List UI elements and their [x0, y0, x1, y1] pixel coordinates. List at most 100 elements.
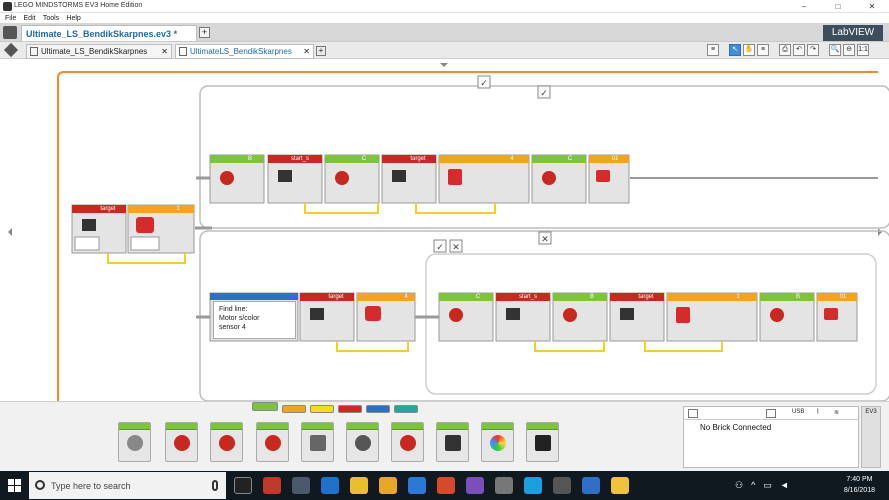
wrench-icon[interactable] [3, 42, 19, 58]
svg-text:✓: ✓ [480, 78, 488, 88]
zoom-reset-icon[interactable]: 1:1 [857, 44, 869, 56]
ev3-brick-panel[interactable]: EV3 [861, 406, 881, 468]
app-icon-3[interactable] [437, 477, 455, 494]
palette-blocks [118, 422, 559, 466]
program-tab-2-label: UltimateLS_BendikSkarpnes [190, 47, 292, 56]
unknown-block[interactable] [436, 422, 469, 462]
task-view-icon[interactable] [234, 477, 252, 494]
program-tab-2-close-icon[interactable]: ✕ [303, 47, 310, 56]
calculator-icon[interactable] [495, 477, 513, 494]
comment-block[interactable]: Find line: Motor s/color sensor 4 [213, 301, 296, 339]
taskbar: Type here to search ⚇ ^ ▭ ◄ 7:40 PM 8/16… [0, 471, 889, 500]
content-editor-icon[interactable]: ≡ [707, 44, 719, 56]
select-tool-icon[interactable]: ↖ [729, 44, 741, 56]
redo-icon[interactable]: ↷ [807, 44, 819, 56]
refresh-icon[interactable] [766, 409, 776, 418]
menu-help[interactable]: Help [66, 15, 80, 22]
minimize-button[interactable]: – [787, 0, 821, 13]
palette-tab-action[interactable] [252, 402, 278, 411]
brick-info-icon[interactable] [688, 409, 698, 418]
undo-icon[interactable]: ↶ [793, 44, 805, 56]
app-icon-2[interactable] [292, 477, 310, 494]
app-icon-4[interactable] [466, 477, 484, 494]
zoom-in-icon[interactable]: 🔍 [829, 44, 841, 56]
person-icon[interactable]: ⚇ [735, 480, 743, 491]
project-tab[interactable]: Ultimate_LS_BendikSkarpnes.ev3 * [21, 25, 197, 41]
window-title: LEGO MINDSTORMS EV3 Home Edition [14, 2, 143, 9]
palette-tabs [252, 402, 426, 416]
move-steering-block[interactable] [210, 422, 243, 462]
microphone-icon[interactable] [212, 480, 218, 491]
program-tab-1-label: Ultimate_LS_BendikSkarpnes [41, 47, 148, 56]
volume-icon[interactable]: ◄ [780, 480, 789, 491]
brick-status-light-block[interactable] [391, 422, 424, 462]
move-tank-block[interactable] [256, 422, 289, 462]
clock[interactable]: 7:40 PM 8/16/2018 [844, 474, 875, 496]
lock-block[interactable] [526, 422, 559, 462]
maximize-button[interactable]: □ [821, 0, 855, 13]
program-icon [179, 47, 187, 57]
menu-edit[interactable]: Edit [24, 15, 36, 22]
app-icon-1[interactable] [263, 477, 281, 494]
medium-motor-block[interactable] [118, 422, 151, 462]
menu-bar: File Edit Tools Help [0, 13, 889, 23]
add-program-button[interactable]: + [316, 46, 326, 56]
program-toolbar: ≡ ↖ ✋ ≡ ⎙ ↶ ↷ 🔍 ⊖ 1:1 [706, 44, 869, 56]
large-motor-block[interactable] [165, 422, 198, 462]
scroll-up-arrow [440, 63, 448, 67]
comment-tool-icon[interactable]: ≡ [757, 44, 769, 56]
sound-block[interactable] [346, 422, 379, 462]
network-icon[interactable]: ▭ [763, 480, 772, 491]
windows-start-icon[interactable] [8, 479, 21, 492]
usb-tab[interactable]: USB [792, 409, 804, 415]
save-icon[interactable]: ⎙ [779, 44, 791, 56]
program-tab-1-close-icon[interactable]: ✕ [161, 47, 168, 56]
block-label: C [361, 156, 367, 162]
taskbar-apps [234, 477, 640, 494]
app-icon-5[interactable] [524, 477, 542, 494]
color-light-block[interactable] [481, 422, 514, 462]
app-icon-8[interactable] [611, 477, 629, 494]
palette-tab-flow[interactable] [282, 405, 306, 413]
palette-tab-sensor[interactable] [310, 405, 334, 413]
display-block[interactable] [301, 422, 334, 462]
palette-tab-data[interactable] [338, 405, 362, 413]
svg-text:✓: ✓ [436, 242, 444, 252]
edge-icon[interactable] [321, 477, 339, 494]
program-diagram: ✓ ✓ ✕ ✓ ✕ [8, 63, 889, 401]
program-tab-2[interactable]: UltimateLS_BendikSkarpnes ✕ [175, 44, 314, 59]
block-label: B [795, 294, 800, 300]
lobby-home-icon[interactable] [3, 26, 17, 39]
wifi-icon[interactable]: ≋ [834, 409, 839, 416]
chrome-icon[interactable] [350, 477, 368, 494]
file-explorer-icon[interactable] [379, 477, 397, 494]
brick-status: No Brick Connected [700, 423, 772, 432]
labview-logo: LabVIEW [823, 25, 883, 41]
search-placeholder: Type here to search [51, 481, 131, 491]
palette-tab-myblocks[interactable] [394, 405, 418, 413]
app-icon-7[interactable] [582, 477, 600, 494]
menu-tools[interactable]: Tools [43, 15, 59, 22]
add-project-button[interactable]: + [199, 27, 210, 38]
block-label: start_s [518, 294, 537, 300]
block-label: B [589, 294, 594, 300]
close-button[interactable]: ✕ [855, 0, 889, 13]
taskbar-search-box[interactable]: Type here to search [29, 472, 226, 499]
zoom-out-icon[interactable]: ⊖ [843, 44, 855, 56]
programming-canvas[interactable]: ✓ ✓ ✕ ✓ ✕ target 1 B start_s C target 4 … [0, 59, 889, 401]
block-label: B [247, 156, 252, 162]
scroll-right-arrow [878, 228, 882, 236]
program-icon [30, 47, 38, 57]
store-icon[interactable] [408, 477, 426, 494]
chevron-up-icon[interactable]: ^ [751, 480, 755, 491]
pan-tool-icon[interactable]: ✋ [743, 44, 755, 56]
menu-file[interactable]: File [5, 15, 16, 22]
app-icon-6[interactable] [553, 477, 571, 494]
program-tab-1[interactable]: Ultimate_LS_BendikSkarpnes ✕ [26, 44, 172, 59]
svg-text:✓: ✓ [540, 88, 548, 98]
project-bar: Ultimate_LS_BendikSkarpnes.ev3 * + LabVI… [0, 23, 889, 42]
block-label: 01 [839, 294, 847, 300]
bluetooth-icon[interactable]: ᛒ [816, 409, 820, 415]
palette-tab-advanced[interactable] [366, 405, 390, 413]
hardware-header: USB ᛒ ≋ [684, 407, 858, 420]
